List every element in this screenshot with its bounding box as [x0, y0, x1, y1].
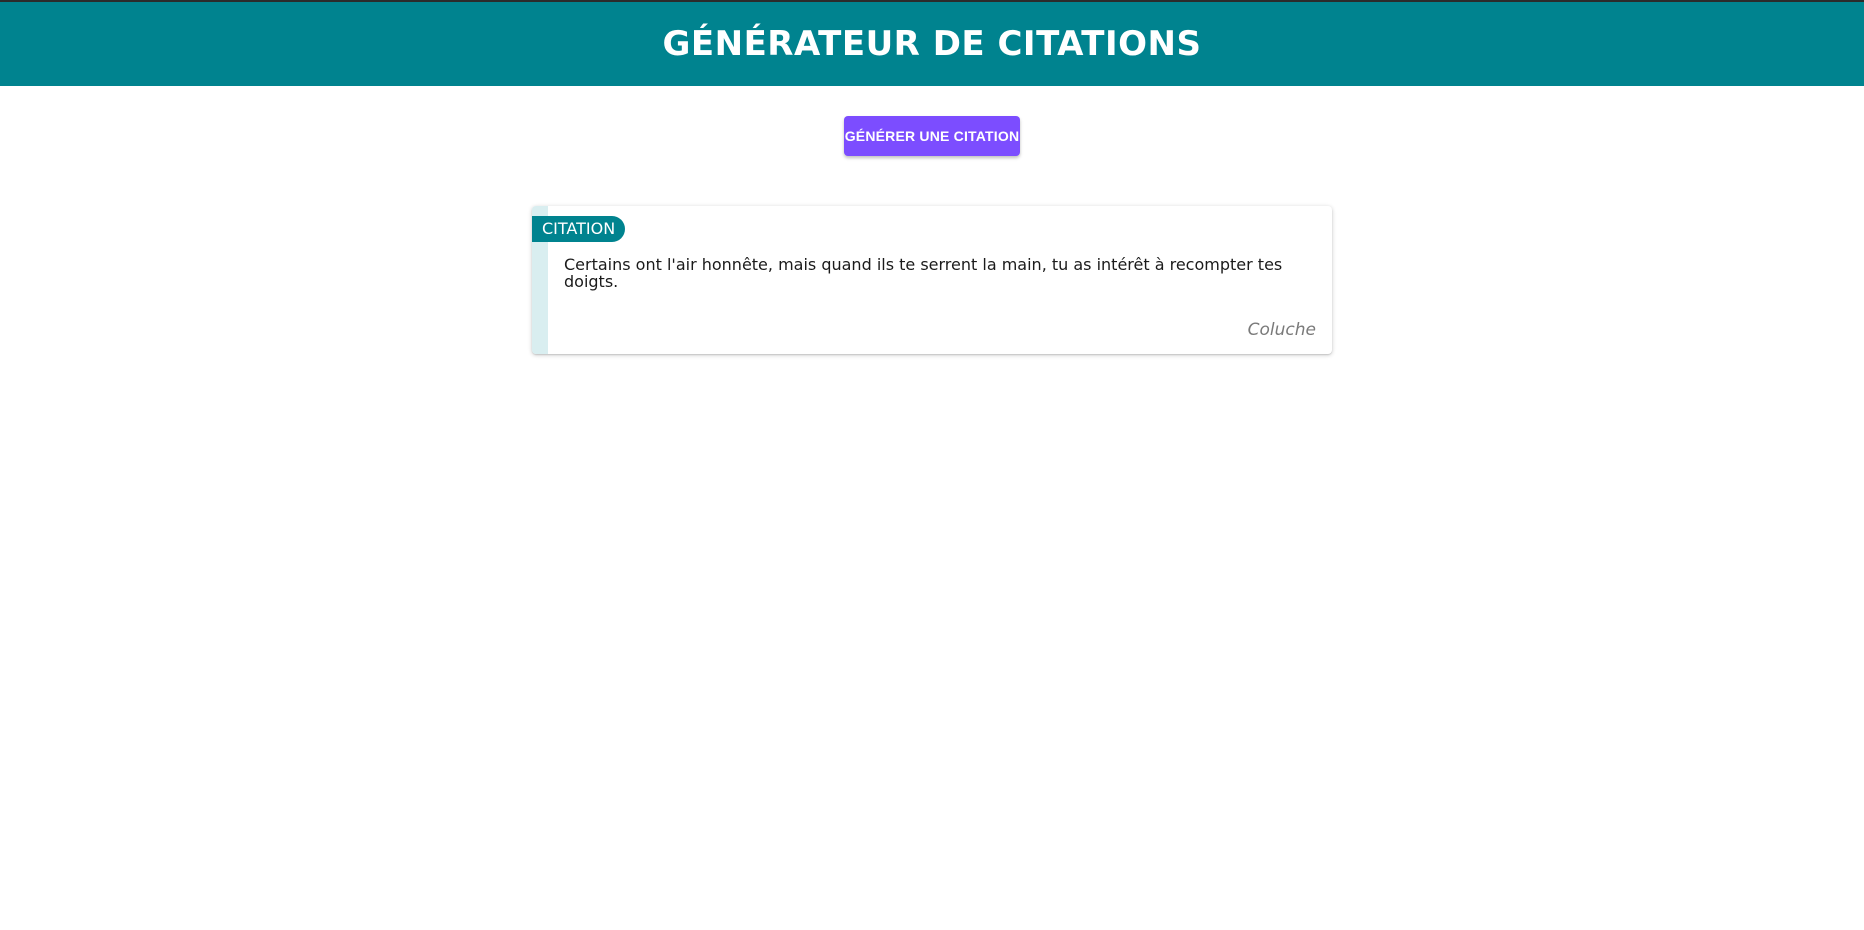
generate-quote-button[interactable]: GÉNÉRER UNE CITATION — [844, 116, 1020, 156]
page-title: GÉNÉRATEUR DE CITATIONS — [662, 24, 1202, 64]
app-header: GÉNÉRATEUR DE CITATIONS — [0, 2, 1864, 86]
quote-card: CITATION Certains ont l'air honnête, mai… — [532, 206, 1332, 354]
quote-author: Coluche — [1247, 320, 1316, 340]
quote-text: Certains ont l'air honnête, mais quand i… — [564, 255, 1283, 291]
main-content: GÉNÉRER UNE CITATION CITATION Certains o… — [0, 86, 1864, 354]
quote-badge: CITATION — [532, 216, 626, 242]
